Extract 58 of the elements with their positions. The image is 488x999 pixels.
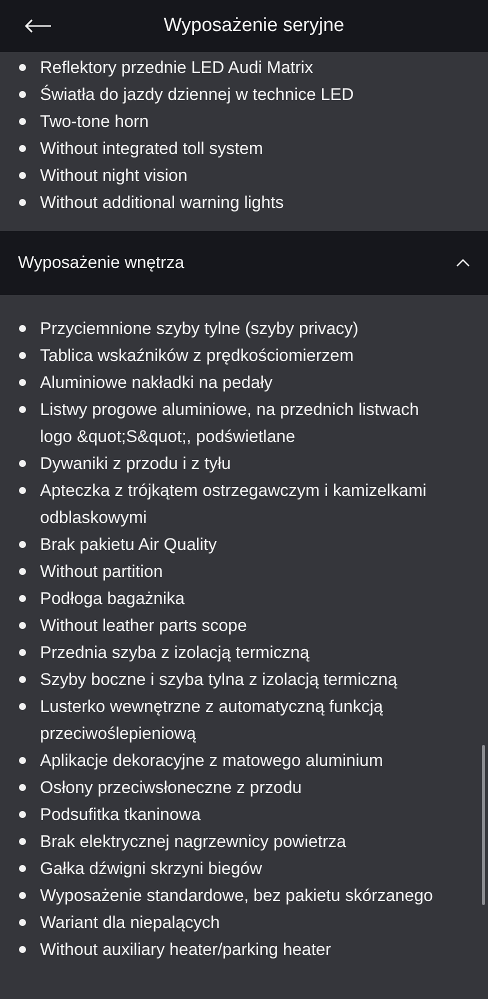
bullet-icon [19,487,26,494]
bullet-icon [19,622,26,629]
bullet-icon [19,757,26,764]
equipment-item: Listwy progowe aluminiowe, na przednich listwach logo &quot;S&quot;, podświetlane [40,399,420,448]
bullet-icon [19,172,26,179]
bullet-icon [19,145,26,152]
bullet-icon [19,676,26,683]
back-arrow-icon [24,19,52,33]
equipment-item: Wyposażenie standardowe, bez pakietu skórzanego [40,885,434,907]
equipment-item: Without leather parts scope [40,615,248,637]
equipment-item: Reflektory przednie LED Audi Matrix [40,57,314,79]
bullet-icon [19,379,26,386]
bullet-icon [19,595,26,602]
equipment-item: Apteczka z trójkątem ostrzegawczym i kamizelkami odblaskowymi [40,480,428,529]
bullet-icon [19,199,26,206]
equipment-item: Wariant dla niepalących [40,912,221,934]
equipment-item: Podłoga bagażnika [40,588,186,610]
bullet-icon [19,91,26,98]
equipment-item: Lusterko wewnętrzne z automatyczną funkcją przeciwoślepieniową [40,696,384,745]
bullet-icon [19,892,26,899]
equipment-item: Without additional warning lights [40,192,285,214]
bullet-icon [19,64,26,71]
equipment-item: Tablica wskaźników z prędkościomierzem [40,345,355,367]
equipment-item: Szyby boczne i szyba tylna z izolacją termiczną [40,669,398,691]
bullet-icon [19,325,26,332]
equipment-item: Gałka dźwigni skrzyni biegów [40,858,264,880]
section-header[interactable]: Wyposażenie wnętrza [0,231,488,295]
equipment-item: Brak elektrycznej nagrzewnicy powietrza [40,831,348,853]
bullet-icon [19,460,26,467]
equipment-item: Osłony przeciwsłoneczne z przodu [40,777,303,799]
equipment-item: Światła do jazdy dziennej w technice LED [40,84,355,106]
bullet-icon [19,784,26,791]
equipment-item: Podsufitka tkaninowa [40,804,202,826]
bullet-icon [19,568,26,575]
bullet-icon [19,118,26,125]
bullet-icon [19,703,26,710]
page-title: Wyposażenie seryjne [162,14,344,38]
chevron-up-icon [456,259,470,267]
bullet-icon [19,406,26,413]
bullet-icon [19,352,26,359]
bullet-icon [19,865,26,872]
equipment-item: Aluminiowe nakładki na pedały [40,372,274,394]
bullet-icon [19,838,26,845]
equipment-item: Przyciemnione szyby tylne (szyby privacy) [40,318,360,340]
equipment-item: Without integrated toll system [40,138,264,160]
equipment-item: Without auxiliary heater/parking heater [40,939,332,961]
equipment-item: Without night vision [40,165,188,187]
bullet-icon [19,946,26,953]
equipment-item: Brak pakietu Air Quality [40,534,218,556]
equipment-item: Aplikacje dekoracyjne z matowego aluminium [40,750,384,772]
equipment-item: Without partition [40,561,164,583]
bullet-icon [19,541,26,548]
bullet-icon [19,919,26,926]
equipment-item: Dywaniki z przodu i z tyłu [40,453,232,475]
equipment-item: Two-tone horn [40,111,150,133]
equipment-item: Przednia szyba z izolacją termiczną [40,642,310,664]
bullet-icon [19,649,26,656]
bullet-icon [19,811,26,818]
